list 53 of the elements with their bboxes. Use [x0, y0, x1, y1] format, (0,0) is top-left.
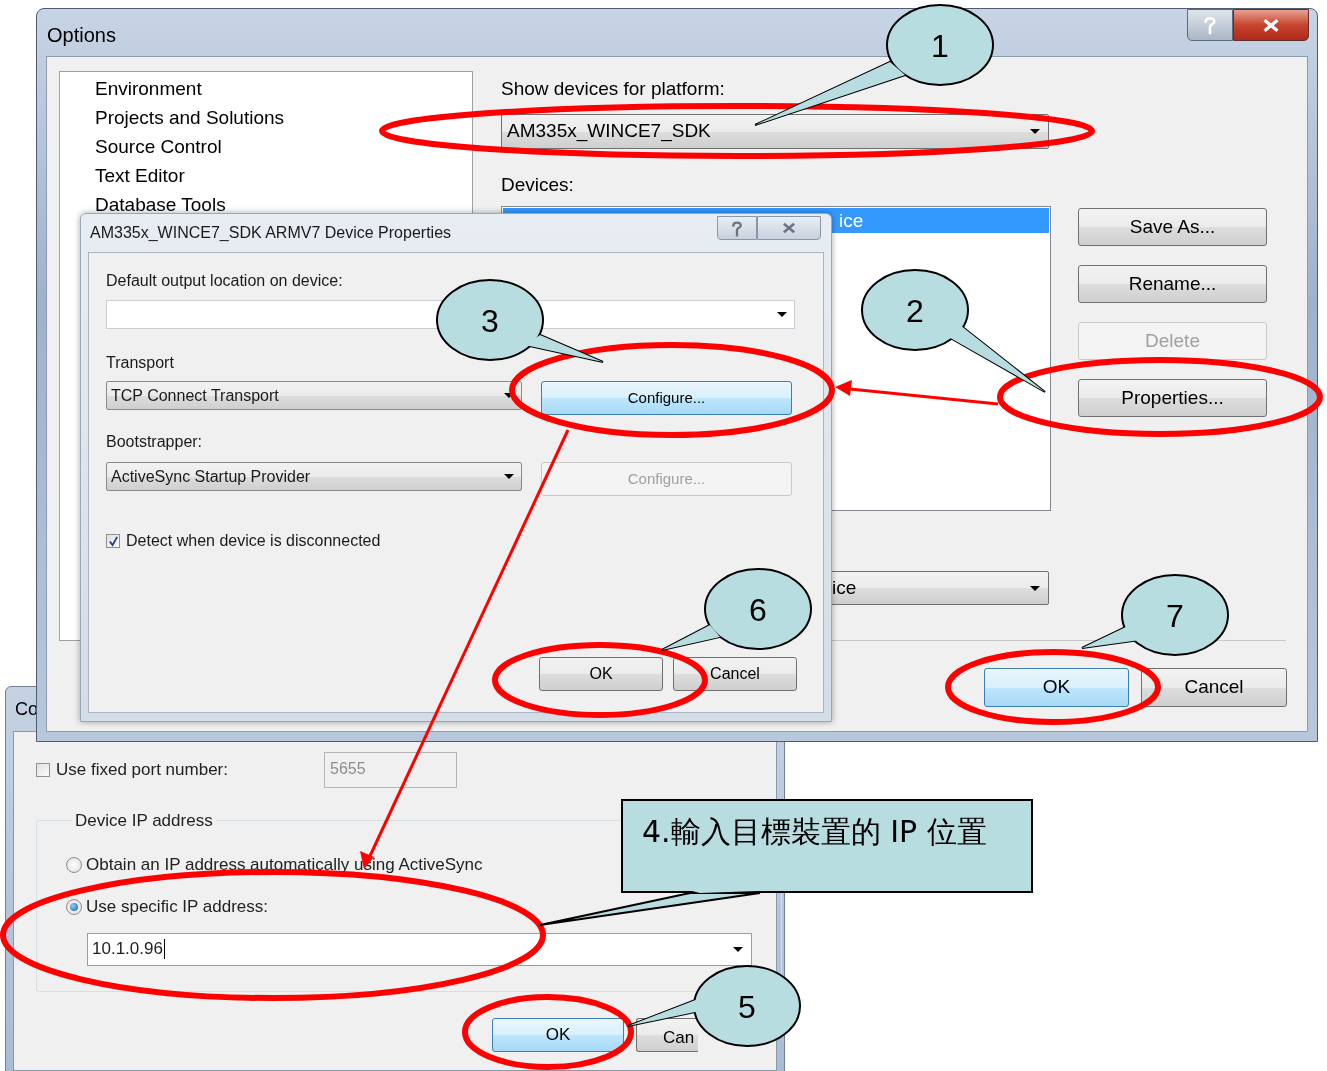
properties-button[interactable]: Properties... [1078, 379, 1267, 417]
dropdown-arrow-icon [733, 946, 743, 952]
group-label: Device IP address [74, 810, 214, 832]
cancel-button[interactable]: Cancel [1141, 668, 1287, 707]
save-as-button[interactable]: Save As... [1078, 208, 1267, 246]
field-label: Default output location on device: [106, 271, 343, 291]
help-icon [1203, 15, 1217, 35]
nav-item[interactable]: Text Editor [95, 161, 185, 190]
close-icon [1262, 17, 1280, 33]
nav-item[interactable]: Projects and Solutions [95, 103, 285, 132]
dropdown-arrow-icon [777, 312, 787, 317]
help-button[interactable] [1187, 9, 1233, 41]
radio-label: Use specific IP address: [86, 895, 269, 918]
close-icon [782, 222, 796, 234]
checkbox-label: Detect when device is disconnected [126, 531, 381, 551]
ok-button[interactable]: OK [539, 657, 663, 691]
step-number: 1 [931, 28, 949, 64]
checkbox[interactable] [106, 534, 120, 548]
rename-button[interactable]: Rename... [1078, 265, 1267, 303]
step-number: 3 [481, 303, 499, 339]
cancel-button[interactable]: Can [636, 1018, 698, 1052]
radio-button[interactable] [66, 856, 82, 873]
device-dropdown[interactable]: ice [831, 571, 1049, 605]
nav-item[interactable]: Environment [95, 74, 202, 103]
ip-address-combobox[interactable]: 10.1.0.96 [87, 932, 752, 966]
window-title: AM335x_WINCE7_SDK ARMV7 Device Properties [90, 223, 452, 243]
field-label: Bootstrapper: [106, 432, 203, 452]
field-label: Show devices for platform: [501, 77, 725, 101]
help-button[interactable] [717, 216, 757, 240]
close-button[interactable] [1233, 9, 1309, 41]
dropdown-arrow-icon [1030, 585, 1040, 591]
configure-button[interactable]: Configure... [541, 381, 792, 415]
step-number: 6 [749, 592, 767, 628]
radio-button[interactable] [66, 898, 82, 915]
platform-dropdown[interactable]: AM335x_WINCE7_SDK [501, 114, 1049, 149]
callout-text: 4.輸入目標裝置的 IP 位置 [642, 813, 987, 851]
help-icon [731, 219, 743, 237]
step-number: 5 [738, 989, 756, 1025]
dropdown-arrow-icon [1030, 129, 1040, 134]
nav-item[interactable]: Source Control [95, 132, 222, 161]
dropdown-arrow-icon [504, 474, 514, 479]
step-number: 7 [1166, 598, 1184, 634]
field-label: Transport [106, 353, 174, 373]
cancel-button[interactable]: Cancel [673, 657, 797, 691]
dropdown[interactable]: TCP Connect Transport [106, 381, 522, 410]
checkbox-label: Use fixed port number: [56, 759, 229, 782]
ok-button[interactable]: OK [492, 1018, 624, 1052]
dropdown[interactable]: ActiveSync Startup Provider [106, 462, 522, 491]
checkbox[interactable] [36, 763, 50, 777]
ok-button[interactable]: OK [984, 668, 1129, 707]
field-label: Devices: [501, 173, 574, 197]
step-number: 2 [906, 293, 924, 329]
window-title: Options [47, 23, 116, 48]
